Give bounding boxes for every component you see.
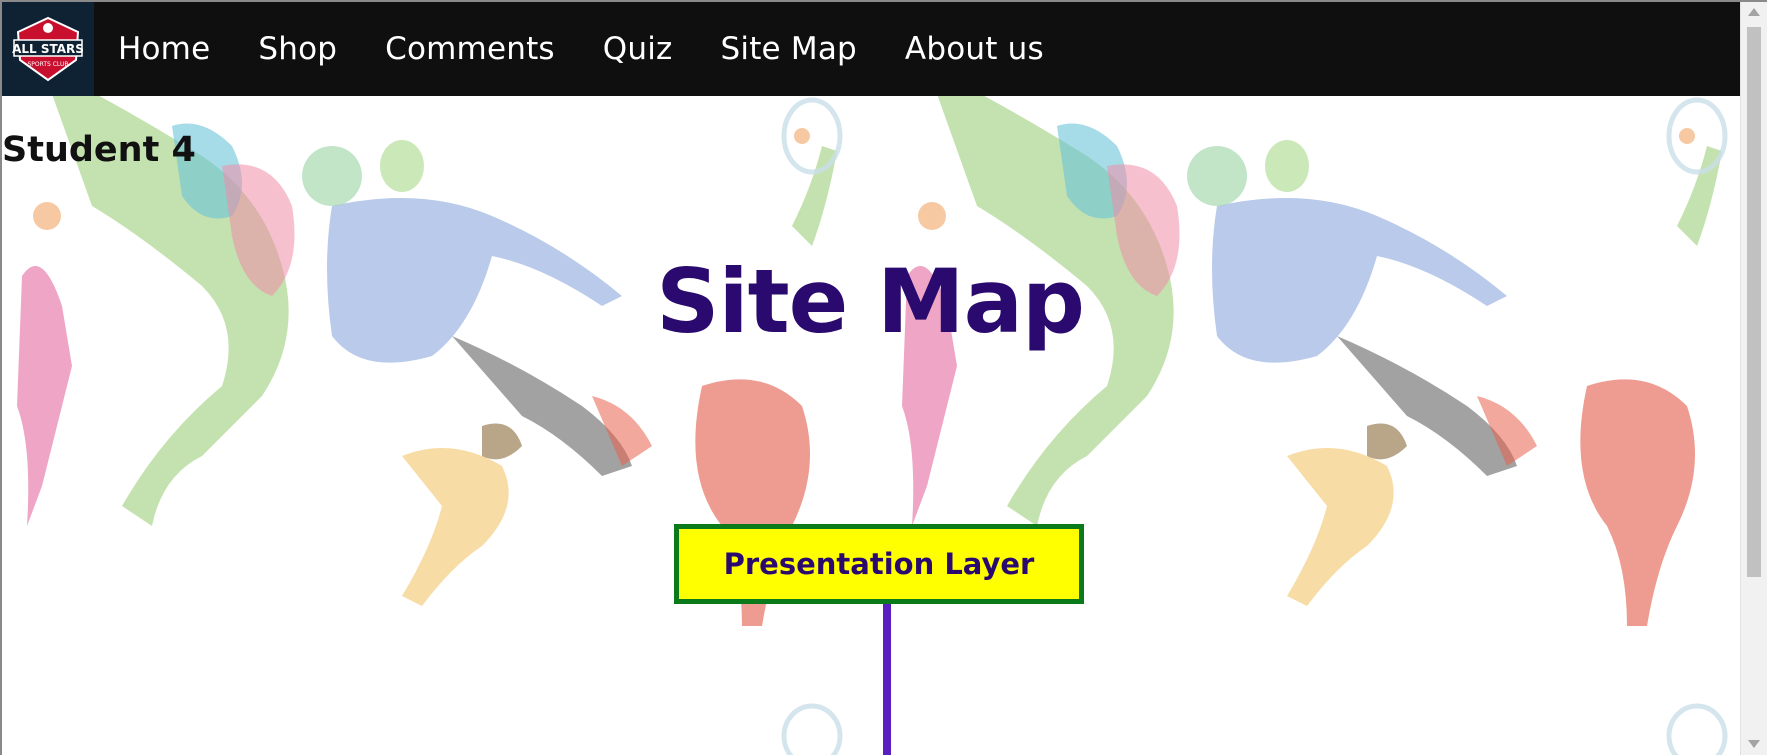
nav-site-map[interactable]: Site Map: [721, 31, 857, 67]
scrollbar-thumb[interactable]: [1747, 27, 1761, 577]
nav-about-us[interactable]: About us: [905, 31, 1044, 67]
presentation-layer-box[interactable]: Presentation Layer: [674, 524, 1084, 604]
scroll-down-arrow-icon[interactable]: [1748, 740, 1760, 748]
presentation-layer-label: Presentation Layer: [723, 547, 1035, 581]
nav-comments[interactable]: Comments: [385, 31, 555, 67]
all-stars-sports-club-logo: ALL STARS SPORTS CLUB: [12, 16, 84, 82]
sports-background-image: [2, 96, 1740, 755]
svg-text:SPORTS CLUB: SPORTS CLUB: [27, 61, 68, 68]
nav-shop[interactable]: Shop: [258, 31, 337, 67]
vertical-scrollbar[interactable]: [1740, 2, 1767, 755]
scroll-up-arrow-icon[interactable]: [1748, 8, 1760, 16]
top-navbar: ALL STARS SPORTS CLUB Home Shop Comments…: [2, 2, 1740, 96]
page-title: Site Map: [656, 250, 1085, 353]
club-logo[interactable]: ALL STARS SPORTS CLUB: [2, 2, 94, 96]
student-label: Student 4: [2, 130, 196, 170]
svg-text:ALL STARS: ALL STARS: [12, 42, 84, 56]
nav-quiz[interactable]: Quiz: [603, 31, 673, 67]
tree-connector-line: [883, 604, 891, 755]
nav-home[interactable]: Home: [118, 31, 210, 67]
